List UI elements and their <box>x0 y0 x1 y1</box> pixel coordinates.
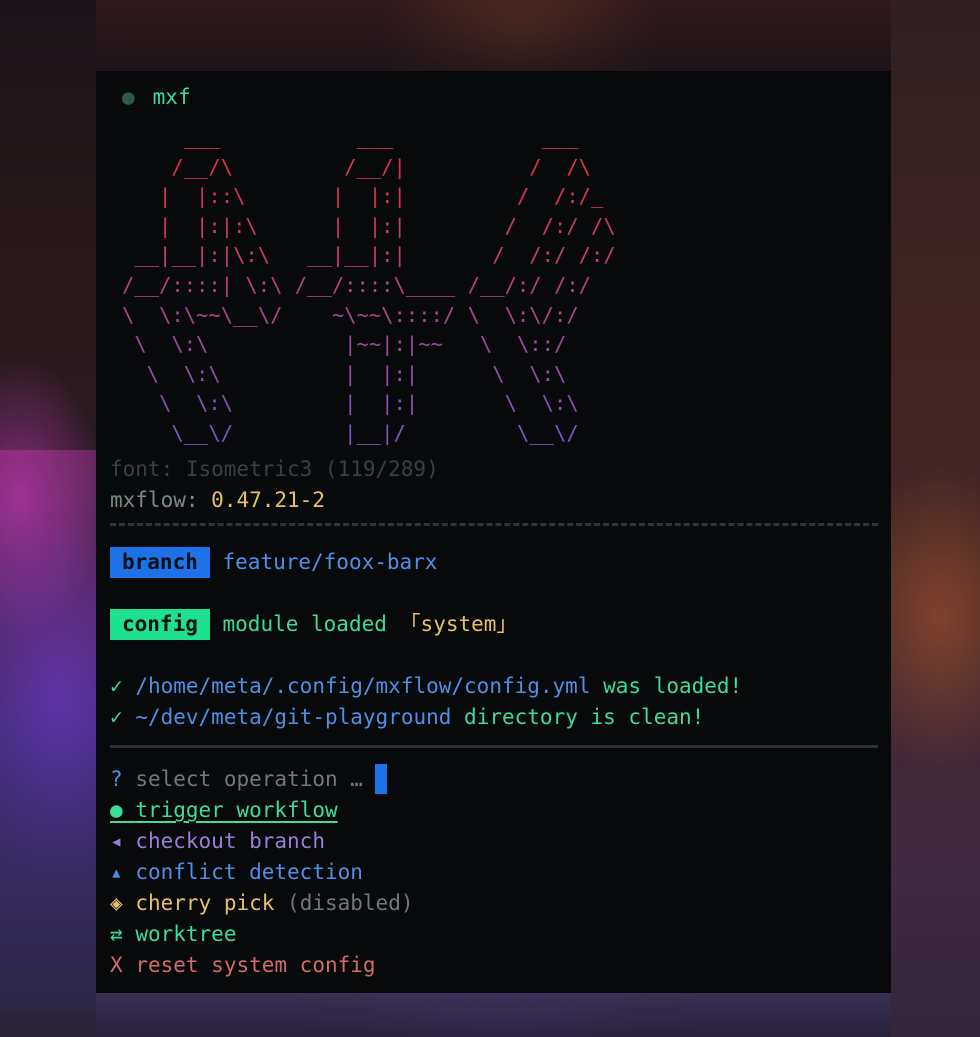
app-version-line: mxflow: 0.47.21-2 <box>110 485 325 516</box>
background-neon-left <box>0 450 96 1010</box>
check-path: /home/meta/.config/mxflow/config.yml <box>135 674 591 698</box>
menu-item-label: worktree <box>135 922 237 946</box>
app-version: 0.47.21-2 <box>211 488 325 512</box>
ascii-banner: ___ ___ ___ /__/\ /__/| / /\ | |::\ | |:… <box>122 123 640 449</box>
menu-item-label: checkout branch <box>135 829 325 853</box>
font-info: font: Isometric3 (119/289) <box>110 457 439 481</box>
menu-item-label: cherry pick <box>135 891 275 915</box>
config-name: system <box>420 612 497 636</box>
check-line-config: ✓ /home/meta/.config/mxflow/config.yml w… <box>110 671 742 702</box>
window-title-text: mxf <box>152 85 191 109</box>
background-street-right <box>891 0 980 1037</box>
menu-item-worktree[interactable]: ⇄ worktree <box>110 919 236 950</box>
text-cursor <box>374 764 387 794</box>
menu-item-label: trigger workflow <box>135 798 338 822</box>
arrow-left-icon: ◂ <box>110 829 123 853</box>
config-open-bracket: 「 <box>399 612 421 636</box>
menu-item-checkout-branch[interactable]: ◂ checkout branch <box>110 826 325 857</box>
menu-item-label: reset system config <box>135 953 376 977</box>
config-close-bracket: 」 <box>496 612 518 636</box>
disabled-suffix: (disabled) <box>287 891 414 915</box>
window-title: ● mxf <box>122 83 191 111</box>
check-line-directory: ✓ ~/dev/meta/git-playground directory is… <box>110 702 704 733</box>
triangle-up-icon: ▴ <box>110 860 123 884</box>
menu-item-label: conflict detection <box>135 860 363 884</box>
check-message: was loaded! <box>603 674 743 698</box>
terminal-window[interactable]: ● mxf ___ ___ ___ /__/\ /__/| / /\ | |::\… <box>96 71 891 993</box>
menu-item-reset-system-config[interactable]: X reset system config <box>110 950 376 981</box>
question-icon: ? <box>110 767 123 791</box>
close-icon: X <box>110 953 123 977</box>
check-icon: ✓ <box>110 674 123 698</box>
dashed-divider <box>110 523 878 526</box>
config-line: config module loaded 「system」 <box>110 609 517 640</box>
config-text: module loaded <box>222 612 387 636</box>
solid-divider <box>110 745 878 748</box>
check-icon: ✓ <box>110 705 123 729</box>
menu-item-conflict-detection[interactable]: ▴ conflict detection <box>110 857 363 888</box>
config-badge: config <box>110 609 210 640</box>
branch-line: branch feature/foox-barx <box>110 547 437 578</box>
check-path: ~/dev/meta/git-playground <box>135 705 452 729</box>
branch-badge: branch <box>110 547 210 578</box>
background-top <box>96 0 891 71</box>
menu-item-cherry-pick: ◈ cherry pick (disabled) <box>110 888 413 919</box>
branch-name: feature/foox-barx <box>222 550 438 574</box>
menu-item-trigger-workflow[interactable]: ● trigger workflow <box>110 795 338 826</box>
diamond-icon: ◈ <box>110 891 123 915</box>
status-dot-icon: ● <box>122 85 135 109</box>
prompt-line[interactable]: ? select operation … <box>110 764 387 795</box>
prompt-ellipsis: … <box>350 767 363 791</box>
bullet-icon: ● <box>110 798 123 822</box>
swap-arrows-icon: ⇄ <box>110 922 123 946</box>
prompt-text: select operation <box>135 767 338 791</box>
background-bottom <box>96 993 891 1037</box>
app-label: mxflow: <box>110 488 199 512</box>
check-message: directory is clean! <box>464 705 705 729</box>
